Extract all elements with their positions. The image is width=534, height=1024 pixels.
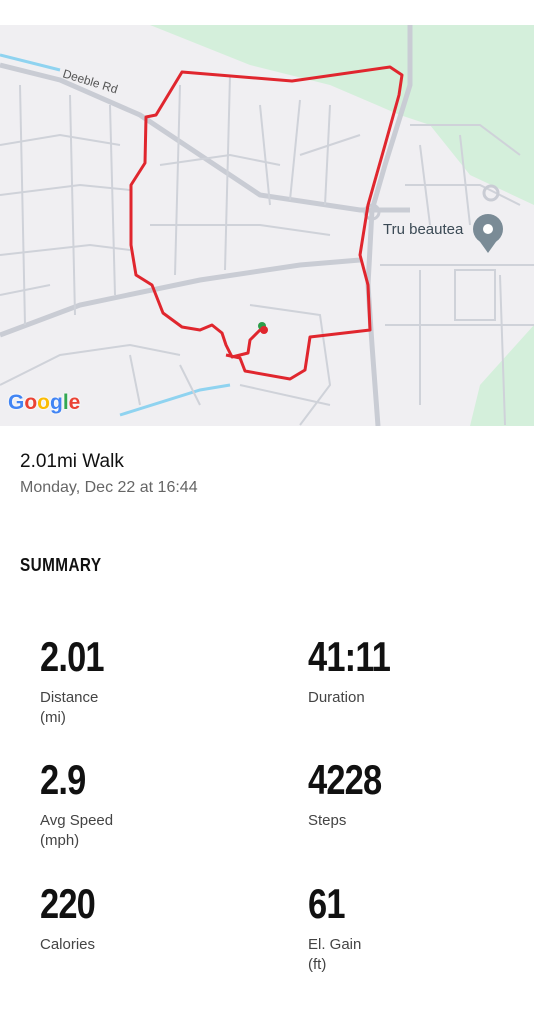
stat-value: 41:11 <box>308 633 391 680</box>
stat-avg-speed: 2.9 Avg Speed (mph) <box>40 759 113 851</box>
stat-label: Duration <box>308 689 365 706</box>
stat-value: 2.9 <box>40 756 86 803</box>
stat-unit: (ft) <box>308 956 327 973</box>
stat-label: Avg Speed <box>40 812 114 829</box>
stat-value: 220 <box>40 880 96 927</box>
stat-label: Distance <box>40 689 99 706</box>
poi-label[interactable]: Tru beautea <box>383 221 463 238</box>
stat-value: 61 <box>308 880 345 927</box>
stat-steps: 4228 Steps <box>308 759 397 831</box>
activity-date: Monday, Dec 22 at 16:44 <box>20 479 198 496</box>
summary-heading: SUMMARY <box>20 555 102 575</box>
top-bar <box>0 0 534 25</box>
stat-unit: (mi) <box>40 709 66 726</box>
stat-distance: 2.01 Distance (mi) <box>40 636 118 728</box>
stat-elevation-gain: 61 El. Gain (ft) <box>308 883 361 975</box>
route-map[interactable]: Deeble Rd Tru beautea Google <box>0 25 534 426</box>
end-marker <box>260 326 268 334</box>
stat-unit: (mph) <box>40 832 80 849</box>
activity-title: 2.01mi Walk <box>20 451 124 472</box>
stat-duration: 41:11 Duration <box>308 636 408 708</box>
google-logo: Google <box>8 391 81 414</box>
stat-value: 2.01 <box>40 633 105 680</box>
stat-calories: 220 Calories <box>40 883 107 955</box>
stat-label: El. Gain <box>308 936 362 953</box>
stat-label: Calories <box>40 936 96 953</box>
stat-label: Steps <box>308 812 347 829</box>
stat-value: 4228 <box>308 756 382 803</box>
